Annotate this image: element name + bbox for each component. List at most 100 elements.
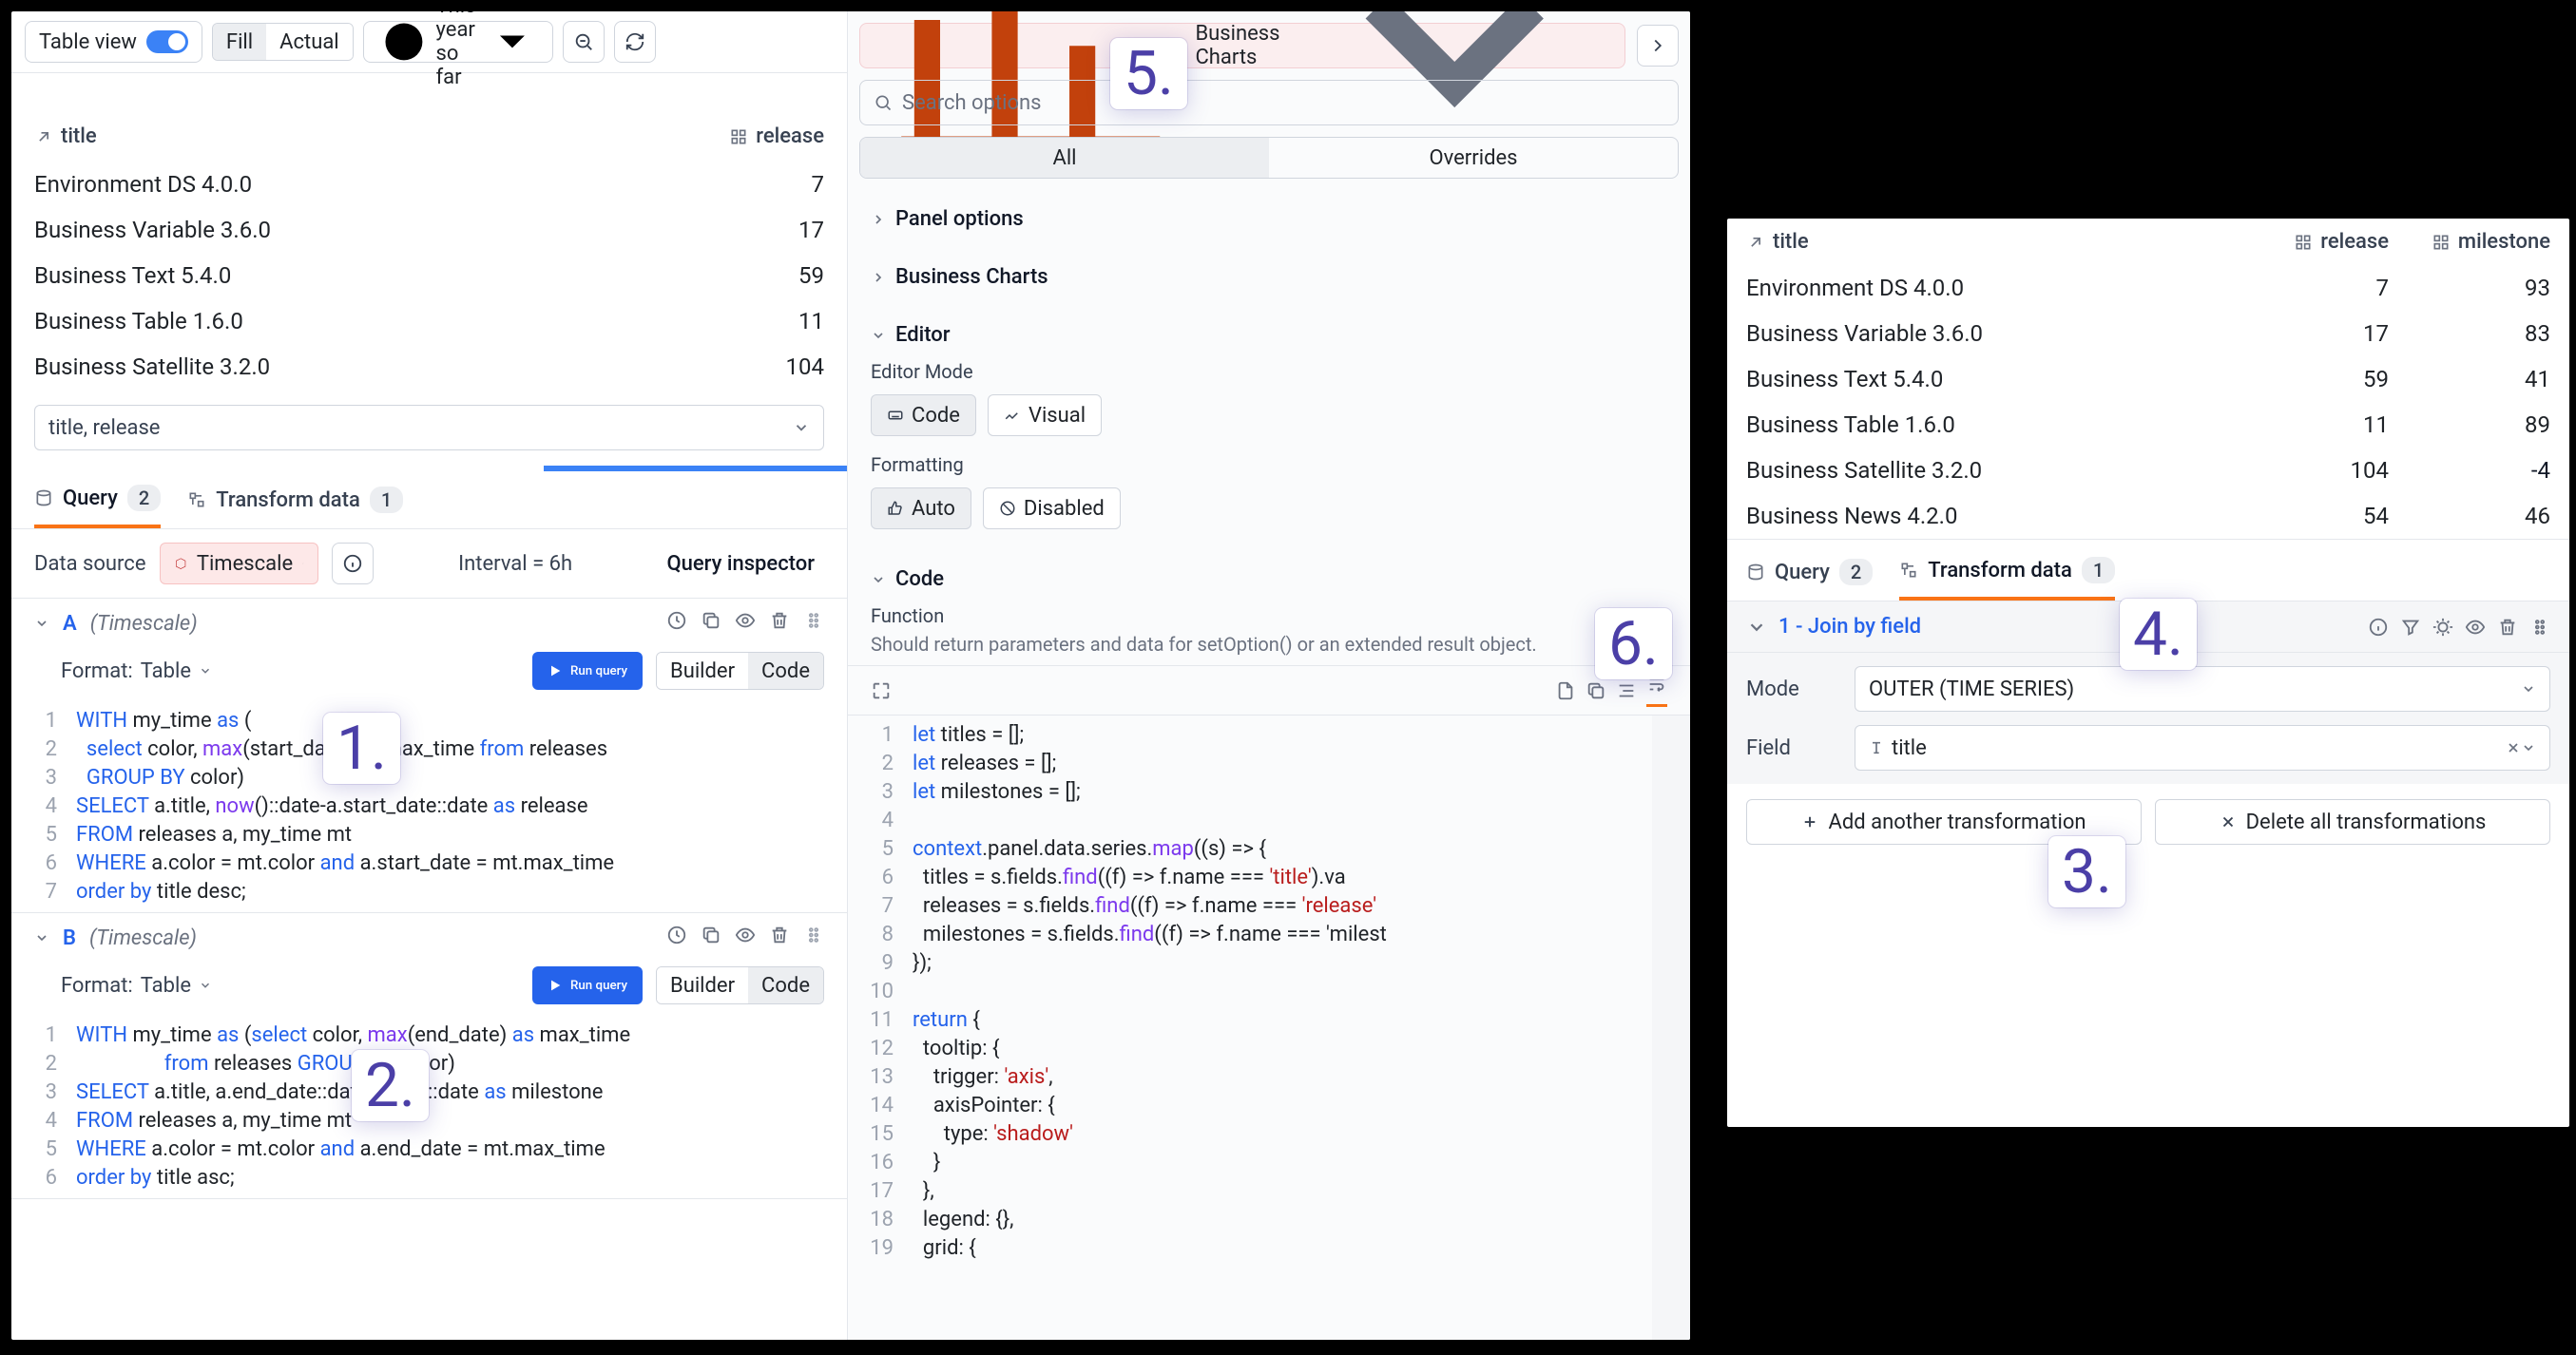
clock-icon[interactable] (666, 610, 687, 631)
editor-mode-visual[interactable]: Visual (988, 394, 1102, 436)
options-search[interactable]: Search options (859, 80, 1679, 125)
chevron-down-icon (199, 664, 212, 678)
info-icon[interactable] (2368, 617, 2389, 638)
datasource-label: Data source (34, 552, 146, 576)
builder-code-segment-a: Builder Code (656, 652, 824, 690)
query-b-header[interactable]: B (Timescale) (11, 913, 847, 963)
expand-icon[interactable] (871, 680, 892, 701)
search-placeholder: Search options (902, 91, 1042, 115)
delete-transformations-button[interactable]: Delete all transformations (2155, 799, 2550, 845)
collapse-panel-button[interactable] (1637, 25, 1679, 67)
grip-icon[interactable] (803, 925, 824, 945)
eye-icon[interactable] (2465, 617, 2486, 638)
search-icon (874, 93, 893, 112)
bug-icon[interactable] (2432, 617, 2453, 638)
code-button[interactable]: Code (748, 653, 823, 689)
function-hint: Should return parameters and data for se… (871, 633, 1667, 656)
annotation-4: 4. (2120, 599, 2197, 670)
line-chart-icon (1004, 407, 1021, 424)
field-row: Field title (1746, 725, 2550, 771)
format-select[interactable]: Format: Table (61, 974, 212, 998)
refresh-button[interactable] (614, 21, 656, 63)
chevron-down-icon (871, 328, 886, 343)
col-release-header[interactable]: release (2265, 230, 2389, 254)
annotation-2: 2. (352, 1050, 429, 1121)
visualization-chip[interactable]: Business Charts (859, 23, 1625, 68)
filter-icon[interactable] (2400, 617, 2421, 638)
copy-file-icon[interactable] (1586, 680, 1606, 701)
section-code: Code Function Should return parameters a… (848, 550, 1690, 665)
database-icon (1746, 563, 1765, 582)
tab-transform[interactable]: Transform data 1 (1899, 557, 2115, 601)
datasource-help-button[interactable] (332, 543, 374, 584)
transform-count-badge: 1 (370, 487, 403, 513)
mode-select[interactable]: OUTER (TIME SERIES) (1855, 666, 2550, 712)
tab-all[interactable]: All (860, 138, 1269, 178)
tab-query[interactable]: Query 2 (34, 485, 161, 528)
frame-selector[interactable]: title, release (34, 405, 824, 450)
query-b-editor[interactable]: 123456 WITH my_time as (select color, ma… (11, 1016, 847, 1198)
field-select[interactable]: title (1855, 725, 2550, 771)
zoom-out-button[interactable] (563, 21, 605, 63)
editor-mode-code[interactable]: Code (871, 394, 976, 436)
function-label: Function (871, 599, 1667, 633)
query-a-subheader: Format: Table Run query Builder Code (11, 648, 847, 701)
col-milestone-header[interactable]: milestone (2389, 230, 2550, 254)
text-icon (1869, 740, 1884, 755)
align-icon[interactable] (1616, 680, 1637, 701)
builder-button[interactable]: Builder (657, 967, 748, 1003)
business-charts-header[interactable]: Business Charts (871, 258, 1667, 296)
formatting-auto[interactable]: Auto (871, 487, 971, 529)
chevron-down-icon (871, 572, 886, 587)
builder-button[interactable]: Builder (657, 653, 748, 689)
options-column: Business Charts Search options All Overr… (848, 11, 1690, 1340)
keyboard-icon (887, 407, 904, 424)
format-select[interactable]: Format: Table (61, 659, 212, 683)
file-icon[interactable] (1555, 680, 1576, 701)
editor-header[interactable]: Editor (871, 315, 1667, 354)
table-row: Business Table 1.6.011 (11, 298, 847, 344)
run-query-b-button[interactable]: Run query (532, 966, 643, 1004)
close-icon[interactable] (2506, 740, 2521, 755)
tab-transform[interactable]: Transform data 1 (187, 487, 403, 526)
col-title-header[interactable]: title (1746, 230, 2265, 254)
toggle-switch-icon[interactable] (146, 30, 188, 53)
datasource-picker[interactable]: Timescale (160, 543, 318, 584)
tab-overrides[interactable]: Overrides (1269, 138, 1678, 178)
query-a-editor[interactable]: 1234567 WITH my_time as ( select color, … (11, 701, 847, 912)
function-editor[interactable]: 12345678910111213141516171819 let titles… (848, 716, 1690, 1340)
copy-icon[interactable] (701, 610, 721, 631)
zoom-out-icon (573, 31, 594, 52)
eye-icon[interactable] (735, 925, 756, 945)
clock-icon[interactable] (666, 925, 687, 945)
actual-button[interactable]: Actual (266, 24, 353, 60)
trash-icon[interactable] (769, 610, 790, 631)
col-title-header[interactable]: title (34, 124, 97, 148)
editor-minimap[interactable] (1652, 716, 1690, 1340)
grip-icon[interactable] (803, 610, 824, 631)
grid-icon (2432, 233, 2451, 252)
formatting-disabled[interactable]: Disabled (983, 487, 1121, 529)
col-release-header[interactable]: release (729, 124, 824, 148)
fill-button[interactable]: Fill (213, 24, 266, 60)
grip-icon[interactable] (2529, 617, 2550, 638)
trash-icon[interactable] (769, 925, 790, 945)
annotation-3: 3. (2048, 836, 2125, 907)
table-view-toggle[interactable]: Table view (25, 21, 202, 63)
query-inspector-button[interactable]: Query inspector (657, 552, 824, 576)
time-range-picker[interactable]: This year so far (363, 21, 554, 63)
query-a-header[interactable]: A (Timescale) (11, 599, 847, 648)
trash-icon[interactable] (2497, 617, 2518, 638)
section-editor: Editor Editor Mode Code Visual Formattin… (848, 306, 1690, 550)
joined-table-header: title release milestone (1727, 219, 2569, 265)
code-button[interactable]: Code (748, 967, 823, 1003)
eye-icon[interactable] (735, 610, 756, 631)
copy-icon[interactable] (701, 925, 721, 945)
tab-query[interactable]: Query 2 (1746, 559, 1873, 599)
builder-code-segment-b: Builder Code (656, 966, 824, 1004)
clock-icon (379, 17, 429, 67)
code-section-header[interactable]: Code (871, 560, 1667, 599)
run-query-a-button[interactable]: Run query (532, 652, 643, 690)
panel-options-header[interactable]: Panel options (871, 200, 1667, 239)
table-row: Environment DS 4.0.07 (11, 162, 847, 207)
